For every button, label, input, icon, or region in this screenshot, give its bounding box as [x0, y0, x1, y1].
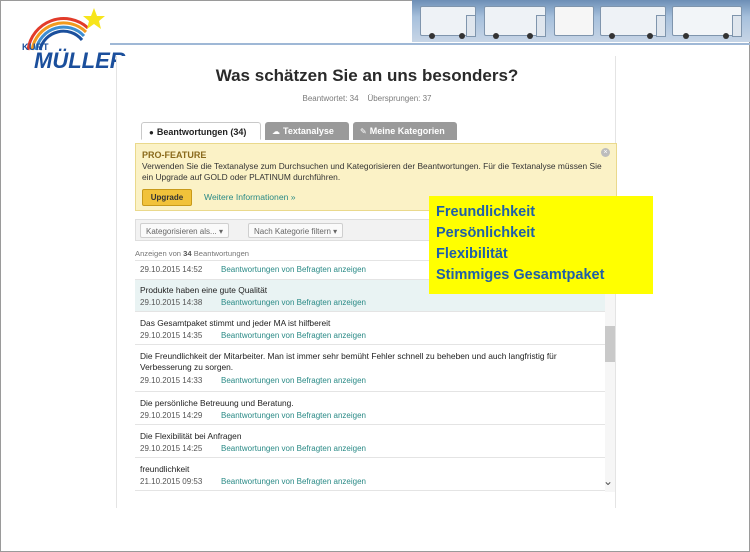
view-respondent-link[interactable]: Beantwortungen von Befragten anzeigen: [221, 477, 366, 486]
response-date: 29.10.2015 14:33 Beantwortungen von Befra…: [140, 376, 366, 385]
date-text: 29.10.2015 14:25: [140, 444, 203, 453]
categorize-label: Kategorisieren als...: [146, 227, 217, 236]
categorize-dropdown[interactable]: Kategorisieren als... ▾: [140, 223, 229, 238]
count-number: 34: [183, 249, 192, 258]
response-stats: Beantwortet: 34 Übersprungen: 37: [117, 94, 617, 103]
view-respondent-link[interactable]: Beantwortungen von Befragten anzeigen: [221, 298, 366, 307]
scrollbar-thumb[interactable]: [605, 326, 615, 362]
date-text: 29.10.2015 14:29: [140, 411, 203, 420]
tab-responses[interactable]: ● Beantwortungen (34): [141, 122, 261, 140]
callout-line: Freundlichkeit: [436, 204, 536, 220]
view-respondent-link[interactable]: Beantwortungen von Befragten anzeigen: [221, 444, 366, 453]
tab-my-categories[interactable]: ✎ Meine Kategorien: [353, 122, 457, 140]
summary-callout: Freundlichkeit Persönlichkeit Flexibilit…: [429, 196, 653, 294]
answered-count: Beantwortet: 34: [302, 94, 359, 103]
date-text: 29.10.2015 14:52: [140, 265, 203, 274]
response-text: Das Gesamtpaket stimmt und jeder MA ist …: [140, 318, 331, 328]
callout-line: Stimmiges Gesamtpaket: [436, 267, 605, 283]
pro-feature-title: PRO-FEATURE: [142, 150, 207, 160]
list-item: Die Flexibilität bei Anfragen 29.10.2015…: [135, 425, 605, 458]
tab-text-analysis[interactable]: ☁ Textanalyse: [265, 122, 349, 140]
question-title: Was schätzen Sie an uns besonders?: [215, 66, 519, 85]
truck-image: [600, 6, 666, 39]
response-text: Die Freundlichkeit der Mitarbeiter. Man …: [140, 351, 557, 372]
speech-bubble-icon: ●: [149, 128, 154, 137]
more-info-link[interactable]: Weitere Informationen »: [204, 192, 296, 202]
response-list[interactable]: 29.10.2015 14:52 Beantwortungen von Befra…: [135, 260, 605, 492]
date-text: 21.10.2015 09:53: [140, 477, 203, 486]
header-divider: [110, 43, 750, 45]
truck-photo-strip: [412, 0, 750, 42]
list-item: Das Gesamtpaket stimmt und jeder MA ist …: [135, 312, 605, 345]
response-date: 29.10.2015 14:29 Beantwortungen von Befra…: [140, 411, 366, 420]
filter-label: Nach Kategorie filtern: [254, 227, 331, 236]
logo-panel-image: [554, 6, 594, 36]
date-text: 29.10.2015 14:33: [140, 376, 203, 385]
filter-by-category-dropdown[interactable]: Nach Kategorie filtern ▾: [248, 223, 344, 238]
view-respondent-link[interactable]: Beantwortungen von Befragten anzeigen: [221, 411, 366, 420]
company-logo: KURT MÜLLER: [14, 6, 126, 73]
truck-image: [484, 6, 546, 39]
view-respondent-link[interactable]: Beantwortungen von Befragten anzeigen: [221, 376, 366, 385]
list-item: freundlichkeit 21.10.2015 09:53 Beantwort…: [135, 458, 605, 491]
view-respondent-link[interactable]: Beantwortungen von Befragten anzeigen: [221, 265, 366, 274]
callout-line: Persönlichkeit: [436, 225, 536, 241]
count-suffix: Beantwortungen: [191, 249, 250, 258]
chevron-down-icon: ▾: [218, 227, 223, 236]
view-respondent-link[interactable]: Beantwortungen von Befragten anzeigen: [221, 331, 366, 340]
response-date: 29.10.2015 14:38 Beantwortungen von Befra…: [140, 298, 366, 307]
logo-mueller-text: MÜLLER: [34, 48, 126, 73]
response-text: Die persönliche Betreuung und Beratung.: [140, 398, 294, 408]
tab-label: Textanalyse: [283, 126, 334, 136]
skipped-count: Übersprungen: 37: [367, 94, 432, 103]
response-count: Anzeigen von 34 Beantwortungen: [135, 249, 249, 258]
date-text: 29.10.2015 14:38: [140, 298, 203, 307]
date-text: 29.10.2015 14:35: [140, 331, 203, 340]
response-date: 29.10.2015 14:25 Beantwortungen von Befra…: [140, 444, 366, 453]
count-prefix: Anzeigen von: [135, 249, 184, 258]
list-item: Die persönliche Betreuung und Beratung. …: [135, 392, 605, 425]
response-text: freundlichkeit: [140, 464, 190, 474]
truck-image: [420, 6, 476, 39]
chevron-down-icon: ▾: [333, 227, 338, 236]
list-item: Die Freundlichkeit der Mitarbeiter. Man …: [135, 345, 605, 392]
upgrade-button[interactable]: Upgrade: [142, 189, 192, 206]
response-date: 29.10.2015 14:52 Beantwortungen von Befra…: [140, 265, 366, 274]
close-icon[interactable]: ×: [601, 148, 610, 157]
response-text: Die Flexibilität bei Anfragen: [140, 431, 242, 441]
pro-feature-text: Verwenden Sie die Textanalyse zum Durchs…: [142, 161, 602, 182]
list-scrollbar[interactable]: [605, 260, 615, 492]
tag-icon: ✎: [360, 127, 367, 136]
tab-label: Meine Kategorien: [369, 126, 445, 136]
truck-image: [672, 6, 742, 39]
response-date: 21.10.2015 09:53 Beantwortungen von Befra…: [140, 477, 366, 486]
chevron-down-icon[interactable]: ⌄: [603, 474, 613, 488]
callout-line: Flexibilität: [436, 246, 508, 262]
cloud-icon: ☁: [272, 127, 280, 136]
response-date: 29.10.2015 14:35 Beantwortungen von Befra…: [140, 331, 366, 340]
tab-label: Beantwortungen (34): [156, 127, 247, 137]
